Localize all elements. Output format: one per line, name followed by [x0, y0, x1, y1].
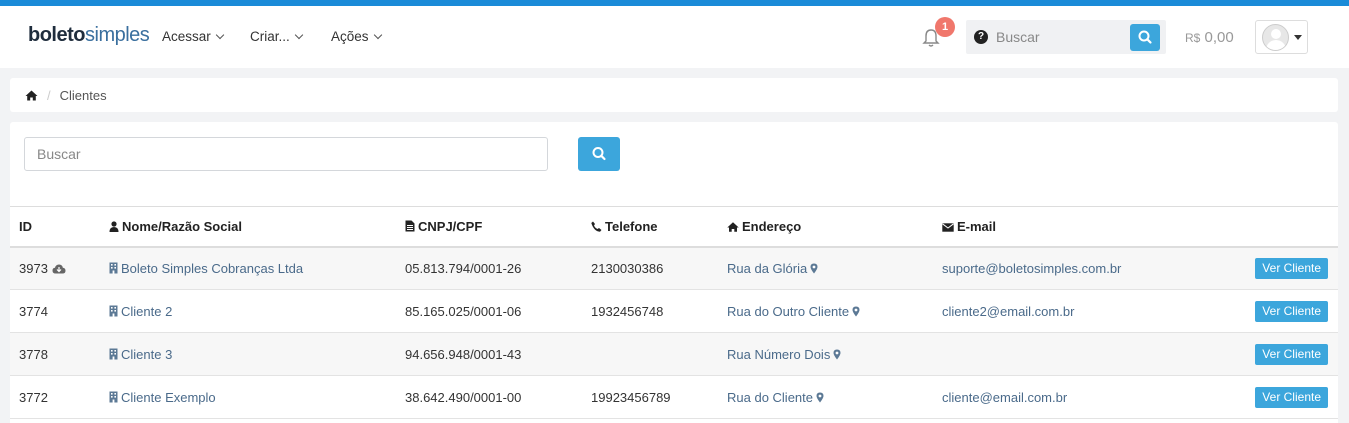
cell-address[interactable]: Rua do Outro Cliente [718, 289, 933, 333]
file-text-icon [405, 220, 415, 232]
building-icon [109, 391, 118, 402]
top-search-input[interactable] [996, 24, 1126, 50]
clients-panel: ID Nome/Razão Social CNPJ/CPF Telefone E… [10, 122, 1338, 423]
home-icon[interactable] [25, 90, 38, 101]
nav-criar[interactable]: Criar... [250, 29, 304, 44]
cell-id: 3778 [10, 332, 100, 376]
chevron-down-icon [373, 30, 382, 40]
breadcrumb-current: Clientes [59, 87, 107, 103]
cloud-download-icon[interactable] [52, 264, 66, 274]
notification-badge[interactable]: 1 [935, 17, 955, 37]
user-menu[interactable] [1255, 20, 1308, 54]
building-icon [109, 348, 118, 359]
cell-email[interactable]: cliente@email.com.br [933, 375, 1213, 419]
map-marker-icon[interactable] [833, 349, 841, 360]
cell-email[interactable]: cliente2@email.com.br [933, 289, 1213, 333]
question-circle-icon[interactable]: ? [974, 30, 988, 44]
view-client-button[interactable]: Ver Cliente [1255, 386, 1328, 408]
envelope-icon [942, 223, 954, 232]
client-search-input[interactable] [24, 137, 548, 171]
cell-address[interactable]: Rua Número Dois [718, 332, 933, 376]
search-icon [592, 147, 606, 161]
table-row: 3772 Cliente Exemplo 38.642.490/0001-00 … [10, 375, 1338, 419]
table-row: 3778 Cliente 3 94.656.948/0001-43 Rua Nú… [10, 332, 1338, 376]
cell-id: 3774 [10, 289, 100, 333]
cell-name[interactable]: Cliente 2 [100, 289, 396, 333]
cell-email[interactable] [933, 332, 1213, 376]
app-header: boletosimples Acessar Criar... Ações 1 ?… [0, 6, 1349, 68]
breadcrumb: / Clientes [10, 78, 1338, 112]
cell-doc: 85.165.025/0001-06 [396, 289, 582, 333]
chevron-down-icon [215, 30, 225, 40]
nav-criar-label: Criar... [250, 29, 290, 44]
nav-acessar-label: Acessar [162, 29, 211, 44]
header-address[interactable]: Endereço [718, 206, 933, 248]
building-icon [109, 262, 118, 274]
top-search: ? [966, 20, 1166, 54]
breadcrumb-separator: / [47, 87, 51, 103]
clients-table: ID Nome/Razão Social CNPJ/CPF Telefone E… [10, 206, 1338, 419]
cell-address[interactable]: Rua do Cliente [718, 375, 933, 419]
map-marker-icon[interactable] [852, 306, 860, 317]
header-phone[interactable]: Telefone [582, 206, 718, 248]
table-row: 3973 Boleto Simples Cobranças Ltda 05.81… [10, 246, 1338, 290]
header-actions [1213, 206, 1338, 248]
cell-actions: Ver Cliente [1213, 246, 1338, 290]
cell-phone [582, 332, 718, 376]
cell-name[interactable]: Boleto Simples Cobranças Ltda [100, 246, 396, 290]
account-balance: R$ 0,00 [1185, 29, 1234, 46]
avatar [1262, 24, 1289, 51]
header-name[interactable]: Nome/Razão Social [100, 206, 396, 248]
cell-phone: 1932456748 [582, 289, 718, 333]
table-row: 3774 Cliente 2 85.165.025/0001-06 193245… [10, 289, 1338, 333]
home-icon [727, 222, 739, 232]
table-header-row: ID Nome/Razão Social CNPJ/CPF Telefone E… [10, 206, 1338, 248]
cell-actions: Ver Cliente [1213, 375, 1338, 419]
cell-doc: 38.642.490/0001-00 [396, 375, 582, 419]
top-search-button[interactable] [1130, 24, 1160, 51]
cell-email[interactable]: suporte@boletosimples.com.br [933, 246, 1213, 290]
building-icon [109, 305, 118, 316]
user-icon [109, 221, 119, 232]
nav-acoes[interactable]: Ações [331, 29, 382, 44]
client-search-button[interactable] [578, 137, 620, 171]
map-marker-icon[interactable] [810, 263, 818, 274]
cell-phone: 19923456789 [582, 375, 718, 419]
cell-name[interactable]: Cliente Exemplo [100, 375, 396, 419]
header-id[interactable]: ID [10, 206, 100, 248]
search-icon [1138, 30, 1152, 44]
header-email[interactable]: E-mail [933, 206, 1213, 248]
chevron-down-icon [294, 30, 304, 40]
view-client-button[interactable]: Ver Cliente [1255, 343, 1328, 365]
phone-icon [591, 221, 602, 232]
cell-actions: Ver Cliente [1213, 332, 1338, 376]
cell-id: 3973 [10, 246, 100, 290]
cell-id: 3772 [10, 375, 100, 419]
cell-actions: Ver Cliente [1213, 289, 1338, 333]
cell-phone: 2130030386 [582, 246, 718, 290]
brand-logo[interactable]: boletosimples [28, 24, 150, 47]
caret-down-icon [1294, 35, 1302, 40]
map-marker-icon[interactable] [816, 392, 824, 403]
cell-doc: 05.813.794/0001-26 [396, 246, 582, 290]
cell-doc: 94.656.948/0001-43 [396, 332, 582, 376]
view-client-button[interactable]: Ver Cliente [1255, 257, 1328, 279]
cell-address[interactable]: Rua da Glória [718, 246, 933, 290]
nav-acoes-label: Ações [331, 29, 369, 44]
cell-name[interactable]: Cliente 3 [100, 332, 396, 376]
header-doc[interactable]: CNPJ/CPF [396, 206, 582, 248]
view-client-button[interactable]: Ver Cliente [1255, 300, 1328, 322]
nav-acessar[interactable]: Acessar [162, 29, 225, 44]
